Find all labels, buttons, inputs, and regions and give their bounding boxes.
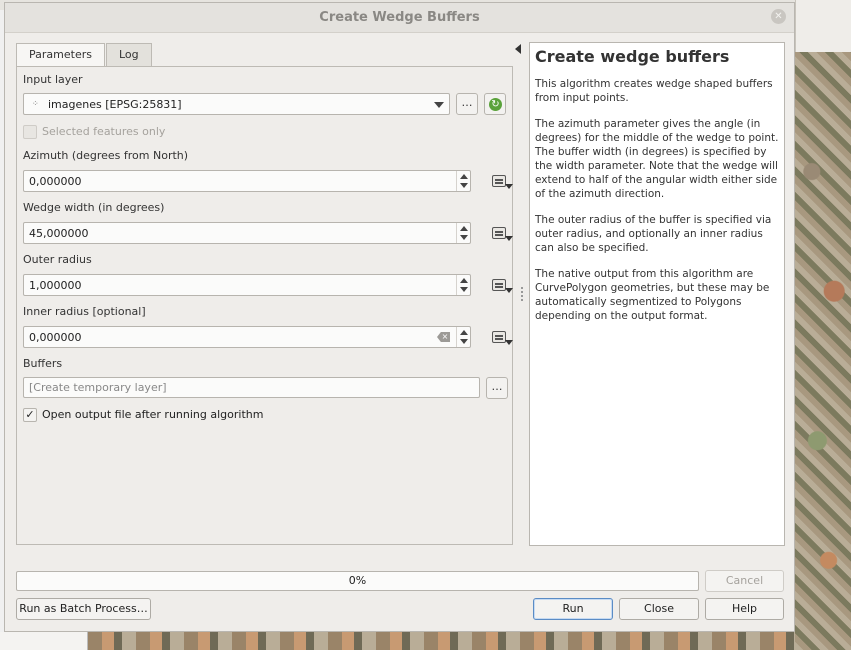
help-paragraph: This algorithm creates wedge shaped buff… [535, 78, 773, 104]
width-label: Wedge width (in degrees) [23, 201, 165, 214]
input-layer-combo[interactable]: ⁘ imagenes [EPSG:25831] [23, 93, 450, 115]
input-layer-label: Input layer [23, 73, 83, 86]
progress-bar: 0% [16, 571, 699, 591]
azimuth-input[interactable]: 0,000000 [23, 170, 471, 192]
chevron-down-icon [434, 102, 444, 108]
buffers-output-field[interactable]: [Create temporary layer] [23, 377, 480, 398]
help-paragraph: The native output from this algorithm ar… [535, 268, 770, 322]
aerial-imagery [795, 52, 851, 650]
close-icon[interactable]: ✕ [771, 9, 786, 24]
input-layer-browse-button[interactable]: … [456, 93, 478, 115]
inner-radius-input[interactable]: 0,000000 × [23, 326, 471, 348]
tab-log[interactable]: Log [105, 43, 152, 67]
width-value: 45,000000 [29, 227, 89, 240]
help-button[interactable]: Help [705, 598, 784, 620]
help-paragraph: The azimuth parameter gives the angle (i… [535, 118, 779, 200]
data-defined-override-icon[interactable] [490, 328, 514, 348]
splitter-handle[interactable] [521, 287, 523, 303]
create-wedge-buffers-dialog: Create Wedge Buffers ✕ Parameters Log In… [4, 2, 795, 632]
open-output-label: Open output file after running algorithm [42, 408, 264, 421]
open-output-checkbox[interactable]: ✓ [23, 408, 37, 422]
collapse-help-icon[interactable] [515, 44, 521, 54]
data-defined-override-icon[interactable] [490, 276, 514, 296]
clear-value-icon[interactable]: × [437, 332, 450, 342]
buffers-placeholder: [Create temporary layer] [29, 381, 167, 394]
outer-radius-input[interactable]: 1,000000 [23, 274, 471, 296]
help-paragraph: The outer radius of the buffer is specif… [535, 214, 772, 254]
outer-radius-label: Outer radius [23, 253, 92, 266]
title-bar[interactable]: Create Wedge Buffers ✕ [5, 3, 794, 33]
selected-features-checkbox[interactable] [23, 125, 37, 139]
azimuth-value: 0,000000 [29, 175, 82, 188]
cancel-button[interactable]: Cancel [705, 570, 784, 592]
help-title: Create wedge buffers [535, 47, 730, 66]
azimuth-label: Azimuth (degrees from North) [23, 149, 189, 162]
buffers-label: Buffers [23, 357, 63, 370]
tab-bar: Parameters Log [16, 43, 153, 69]
input-layer-value: imagenes [EPSG:25831] [48, 98, 182, 111]
outer-radius-spinner[interactable] [456, 275, 470, 295]
width-spinner[interactable] [456, 223, 470, 243]
iterate-features-button[interactable]: ↻ [484, 93, 506, 115]
inner-radius-label: Inner radius [optional] [23, 305, 146, 318]
data-defined-override-icon[interactable] [490, 172, 514, 192]
point-layer-icon: ⁘ [32, 99, 39, 108]
selected-features-label: Selected features only [42, 125, 166, 138]
refresh-icon: ↻ [489, 98, 502, 111]
window-title: Create Wedge Buffers [319, 10, 480, 25]
buffers-browse-button[interactable]: … [486, 377, 508, 399]
layers-panel-edge [0, 632, 88, 650]
map-toolbar-area [795, 0, 851, 52]
data-defined-override-icon[interactable] [490, 224, 514, 244]
inner-radius-value: 0,000000 [29, 331, 82, 344]
aerial-imagery-bottom [88, 632, 795, 650]
help-panel: Create wedge buffers This algorithm crea… [529, 42, 785, 546]
azimuth-spinner[interactable] [456, 171, 470, 191]
close-button[interactable]: Close [619, 598, 699, 620]
run-batch-button[interactable]: Run as Batch Process… [16, 598, 151, 620]
outer-radius-value: 1,000000 [29, 279, 82, 292]
parameters-panel: Input layer ⁘ imagenes [EPSG:25831] … ↻ … [16, 66, 513, 545]
width-input[interactable]: 45,000000 [23, 222, 471, 244]
run-button[interactable]: Run [533, 598, 613, 620]
inner-radius-spinner[interactable] [456, 327, 470, 347]
